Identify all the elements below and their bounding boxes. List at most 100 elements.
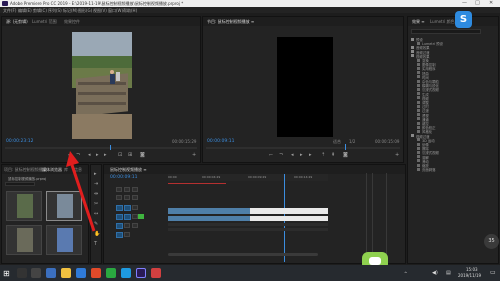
track-target-a2[interactable]	[124, 223, 130, 228]
program-add-button[interactable]: +	[395, 152, 399, 158]
windows-taskbar: ⊞ ^ ◀) ▤ 15:03 2019/11/19 ▭	[0, 265, 500, 281]
premiere-taskbar-icon[interactable]	[136, 268, 146, 278]
program-resolution-select[interactable]: 1/2	[349, 139, 355, 144]
edge-browser-icon[interactable]	[46, 268, 56, 278]
program-playhead[interactable]	[345, 144, 346, 150]
qq-icon[interactable]	[121, 268, 131, 278]
tab-program[interactable]: 节目: 鼠标控制视频播放 ≡	[207, 19, 254, 25]
audio-track-a3[interactable]	[168, 228, 328, 231]
lift-button[interactable]: ⇡	[321, 152, 325, 158]
minimize-button[interactable]: —	[462, 0, 467, 6]
overwrite-button[interactable]: ⊞	[128, 152, 132, 158]
solo-button[interactable]	[138, 214, 144, 219]
track-target-v1[interactable]	[124, 205, 131, 211]
menu-view[interactable]: 视图(V)	[93, 8, 107, 14]
toggle-track-output[interactable]	[124, 187, 130, 192]
track-target-a1[interactable]	[124, 214, 131, 220]
video-clip[interactable]	[168, 208, 250, 214]
program-step-back-button[interactable]: ◂	[291, 152, 294, 158]
insert-button[interactable]: ⊡	[118, 152, 122, 158]
menu-help[interactable]: 帮助(H)	[123, 8, 137, 14]
browser-icon[interactable]	[91, 268, 101, 278]
audio-clip[interactable]	[168, 216, 250, 221]
video-clip[interactable]	[250, 208, 328, 214]
search-icon[interactable]	[17, 268, 27, 278]
source-scrub-bar[interactable]	[5, 147, 197, 149]
extract-button[interactable]: ⇞	[331, 152, 335, 158]
source-patch-a1[interactable]	[116, 214, 123, 220]
tab-media-browser[interactable]: 媒体浏览器	[42, 167, 62, 173]
toggle-sync-lock[interactable]	[116, 195, 122, 200]
program-export-frame-button[interactable]: ◙	[343, 152, 348, 158]
store-icon[interactable]	[76, 268, 86, 278]
toggle-track-lock[interactable]	[132, 187, 138, 192]
folder-icon	[417, 87, 420, 91]
tab-project[interactable]: 项目: 鼠标控制视频播放	[4, 167, 47, 173]
audio-clip[interactable]	[250, 216, 328, 221]
tab-effects[interactable]: 效果 ≡	[412, 19, 425, 25]
network-icon[interactable]: ▤	[446, 270, 451, 276]
source-patch-a3[interactable]	[116, 232, 123, 238]
tab-effect-controls[interactable]: 效果控件	[64, 19, 80, 25]
toggle-track-lock[interactable]	[132, 195, 138, 200]
source-playhead[interactable]	[110, 145, 111, 150]
menu-window[interactable]: 窗口(W)	[108, 8, 123, 14]
close-button[interactable]: ✕	[489, 0, 493, 6]
tray-chevron-icon[interactable]: ^	[404, 271, 407, 276]
step-forward-button[interactable]: ▸	[104, 152, 107, 158]
type-tool-icon[interactable]: T	[94, 241, 97, 247]
tab-lumetri-scopes[interactable]: Lumetri 范围	[32, 19, 57, 25]
media-thumbnail[interactable]	[6, 225, 42, 255]
menu-sequence[interactable]: 序列(S)	[48, 8, 62, 14]
wechat-icon[interactable]	[106, 268, 116, 278]
folder-icon	[417, 117, 420, 121]
track-target-a3[interactable]	[124, 232, 130, 237]
menu-edit[interactable]: 编辑(E)	[18, 8, 32, 14]
timeline-zoom-scrollbar[interactable]	[168, 253, 318, 256]
program-timecode-duration: 00:00:15:09	[375, 139, 400, 144]
source-patch-a2[interactable]	[116, 223, 123, 229]
project-search-input[interactable]	[5, 182, 35, 186]
toggle-track-lock[interactable]	[132, 205, 138, 210]
menu-file[interactable]: 文件(F)	[3, 8, 16, 14]
program-panel: 节目: 鼠标控制视频播放 ≡ 00:00:09:11 适合 1/2 00:00:…	[202, 16, 404, 163]
toggle-sync-lock[interactable]	[116, 187, 122, 192]
menu-clip[interactable]: 剪辑(C)	[33, 8, 47, 14]
effects-tree-label: 页面剥落	[422, 168, 436, 173]
source-patch-v1[interactable]	[116, 205, 123, 211]
maximize-button[interactable]: □	[475, 0, 480, 6]
windows-start-icon[interactable]: ⊞	[3, 269, 10, 278]
time-ruler[interactable]: 00:00 00:00:04:29 00:00:09:29 00:00:14:2…	[168, 174, 328, 181]
program-mark-out-button[interactable]: ¬	[279, 152, 283, 158]
mute-button[interactable]	[132, 223, 138, 228]
work-area-bar[interactable]	[168, 183, 226, 184]
media-thumbnail[interactable]	[6, 191, 42, 221]
file-explorer-icon[interactable]	[61, 268, 71, 278]
add-button[interactable]: +	[192, 152, 196, 158]
menu-markers[interactable]: 标记(M)	[63, 8, 78, 14]
premiere-app-icon	[2, 1, 8, 6]
clock-time[interactable]: 15:03	[466, 267, 478, 272]
program-step-forward-button[interactable]: ▸	[309, 152, 312, 158]
toggle-track-output[interactable]	[124, 195, 130, 200]
task-view-icon[interactable]	[31, 268, 41, 278]
clock-date[interactable]: 2019/11/19	[458, 273, 481, 278]
tab-sequence[interactable]: 鼠标控制视频播放 ≡	[110, 167, 147, 173]
program-fit-select[interactable]: 适合	[333, 139, 341, 145]
menu-graphics[interactable]: 图形(G)	[78, 8, 92, 14]
folder-icon	[417, 58, 420, 62]
program-play-button[interactable]: ▸	[300, 152, 303, 158]
tab-source[interactable]: 源: (无剪辑)	[6, 19, 28, 25]
tab-lumetri-color[interactable]: Lumetri 颜色	[430, 19, 455, 25]
folder-icon	[411, 54, 414, 58]
watermark-logo-icon: S	[455, 11, 472, 28]
notification-icon[interactable]: ▭	[490, 269, 496, 276]
export-frame-button[interactable]: ◙	[140, 152, 145, 158]
audio-track-a2[interactable]	[168, 223, 328, 226]
volume-level-badge[interactable]: 35	[484, 234, 499, 249]
volume-icon[interactable]: ◀)	[432, 270, 438, 276]
program-scrub-bar[interactable]	[206, 147, 400, 149]
app-taskbar-icon[interactable]	[151, 268, 161, 278]
effects-search-input[interactable]	[411, 29, 481, 34]
program-mark-in-button[interactable]: ⌐	[269, 152, 273, 158]
